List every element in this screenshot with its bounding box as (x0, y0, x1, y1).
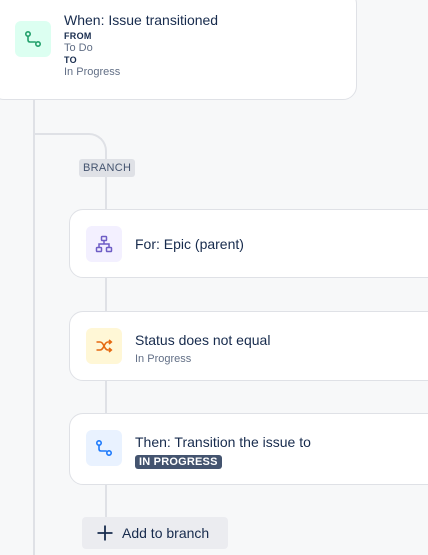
branch-connector (105, 380, 107, 414)
to-label: TO (64, 55, 77, 65)
branch-rule-title: For: Epic (parent) (135, 236, 244, 252)
branch-connector (105, 277, 107, 312)
condition-value: In Progress (135, 353, 192, 365)
from-value: To Do (64, 42, 93, 54)
action-title: Then: Transition the issue to (135, 434, 311, 450)
action-body: Then: Transition the issue to IN PROGRES… (135, 430, 311, 470)
branch-rule-body: For: Epic (parent) (135, 226, 244, 253)
add-to-branch-label: Add to branch (122, 525, 210, 541)
plus-icon (96, 524, 114, 542)
trigger-body: When: Issue transitioned FROM To Do TO I… (64, 12, 219, 79)
branch-connector (105, 484, 107, 518)
branch-badge: BRANCH (79, 159, 136, 177)
add-to-branch-button[interactable]: Add to branch (82, 517, 228, 549)
status-lozenge: IN PROGRESS (135, 455, 222, 469)
transition-icon (86, 430, 122, 466)
branch-rule-card[interactable]: For: Epic (parent) (69, 209, 428, 278)
condition-body: Status does not equal In Progress (135, 328, 270, 365)
shuffle-icon (86, 328, 122, 364)
transition-icon (15, 21, 51, 57)
condition-card[interactable]: Status does not equal In Progress (69, 311, 428, 381)
automation-canvas: When: Issue transitioned FROM To Do TO I… (0, 0, 428, 555)
hierarchy-icon (86, 226, 122, 262)
action-card[interactable]: Then: Transition the issue to IN PROGRES… (69, 413, 428, 485)
trigger-details: FROM To Do TO In Progress (64, 31, 218, 79)
trigger-title: When: Issue transitioned (64, 12, 219, 28)
to-value: In Progress (64, 66, 121, 78)
from-label: FROM (64, 31, 92, 41)
condition-title: Status does not equal (135, 332, 271, 348)
trigger-card[interactable]: When: Issue transitioned FROM To Do TO I… (0, 0, 357, 100)
